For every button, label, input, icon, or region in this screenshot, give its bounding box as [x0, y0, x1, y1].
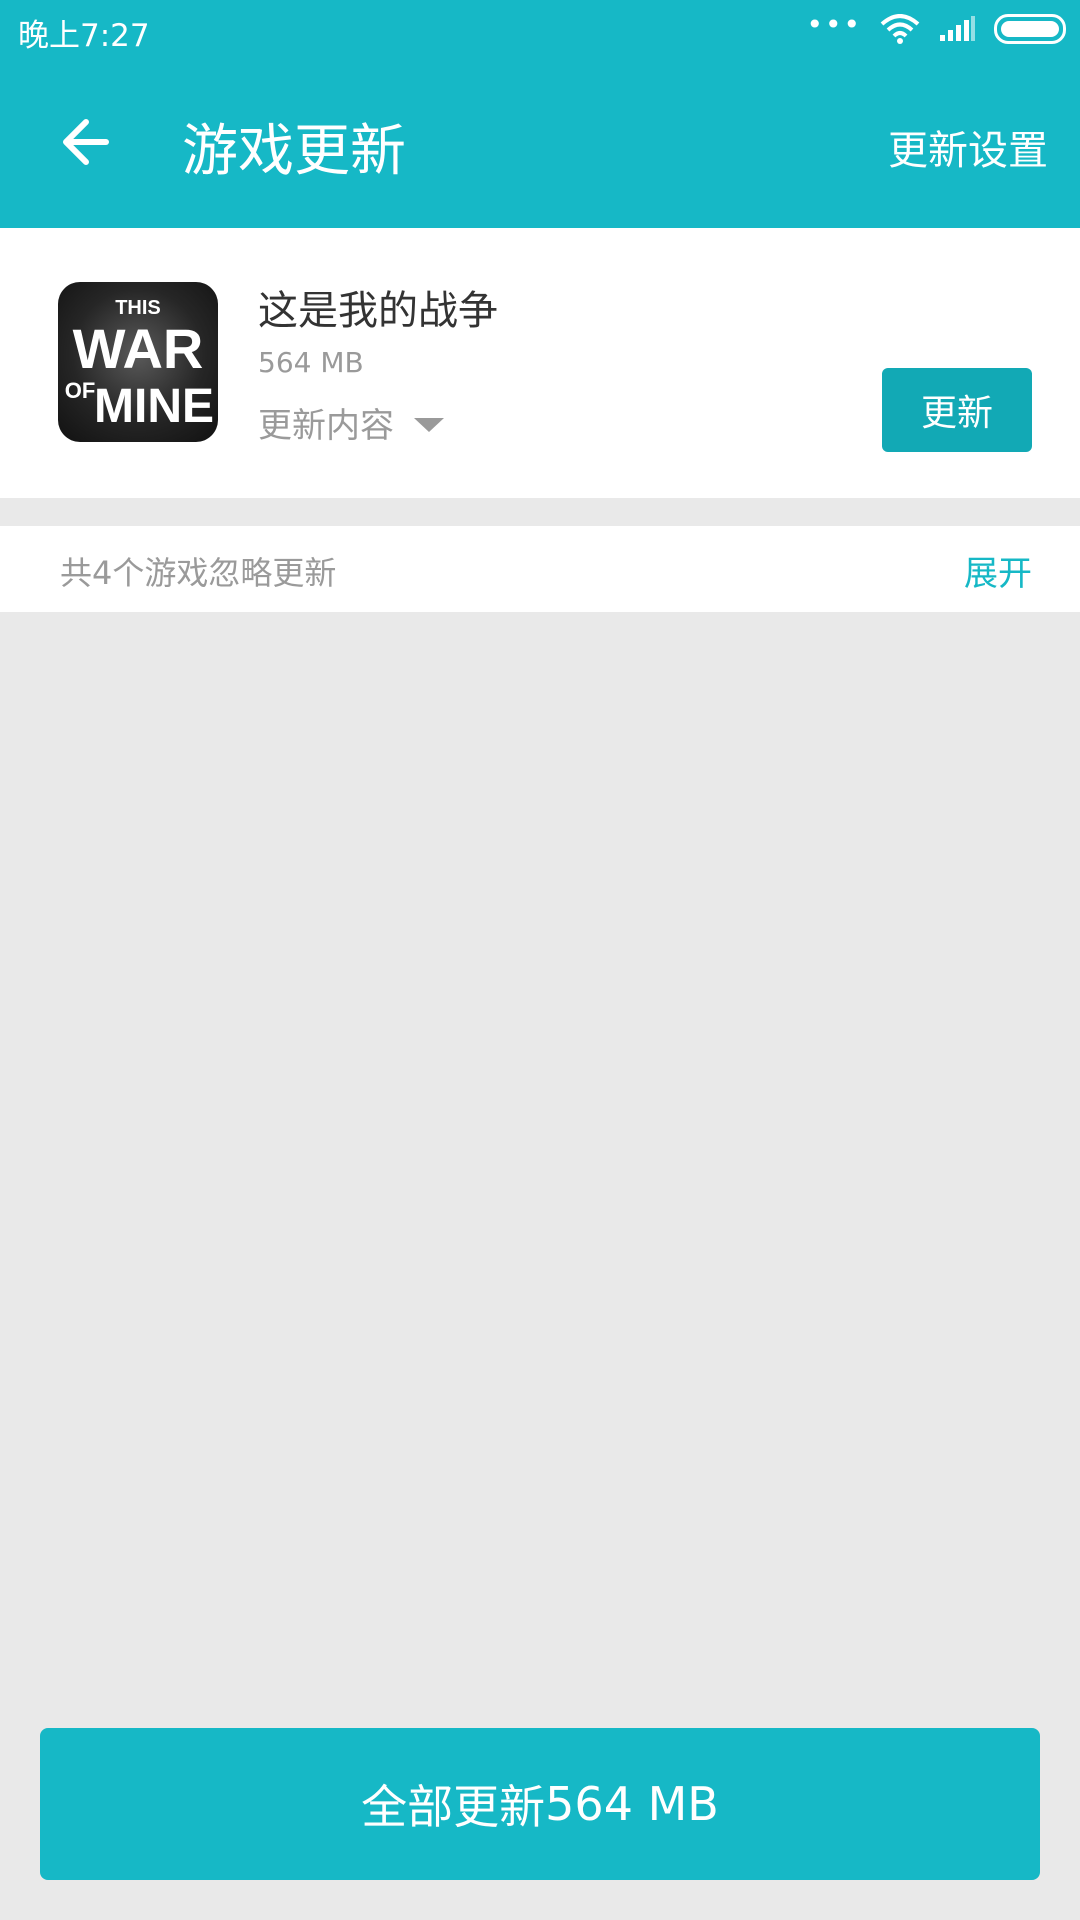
ignored-updates-text: 共4个游戏忽略更新 — [60, 554, 337, 592]
status-bar: 晚上7:27 ••• — [0, 0, 1080, 62]
app-bar: 游戏更新 更新设置 — [0, 62, 1080, 228]
signal-icon — [940, 16, 975, 41]
update-settings-button[interactable]: 更新设置 — [888, 118, 1048, 176]
update-all-size: 564 MB — [545, 1777, 719, 1831]
logo-line3b: MINE — [94, 380, 214, 433]
update-all-button[interactable]: 全部更新 564 MB — [40, 1728, 1040, 1880]
game-name: 这是我的战争 — [258, 288, 498, 334]
game-logo: THIS WAR OF MINE — [65, 297, 214, 433]
game-icon[interactable]: THIS WAR OF MINE — [58, 282, 218, 442]
game-size: 564 MB — [258, 346, 364, 379]
logo-line2: WAR — [73, 317, 204, 380]
wifi-icon — [880, 14, 920, 44]
update-item: THIS WAR OF MINE 这是我的战争 564 MB 更新内容 更新 — [0, 228, 1080, 498]
status-icons: ••• — [806, 8, 1066, 44]
more-dots-icon: ••• — [806, 8, 862, 41]
ignored-updates-row: 共4个游戏忽略更新 展开 — [0, 526, 1080, 612]
page-title: 游戏更新 — [182, 119, 406, 184]
update-all-label: 全部更新 — [361, 1780, 546, 1834]
update-button[interactable]: 更新 — [882, 368, 1032, 452]
battery-icon — [994, 14, 1066, 44]
top-bar: 晚上7:27 ••• 游戏更新 更新设置 — [0, 0, 1080, 228]
expand-button[interactable]: 展开 — [964, 546, 1032, 595]
status-time: 晚上7:27 — [18, 18, 150, 54]
update-content-toggle[interactable]: 更新内容 — [258, 398, 444, 447]
back-arrow-icon[interactable] — [56, 114, 112, 170]
update-content-label: 更新内容 — [258, 406, 394, 446]
caret-down-icon — [414, 417, 444, 432]
logo-line3a: OF — [65, 378, 96, 403]
logo-line1: THIS — [115, 297, 161, 319]
